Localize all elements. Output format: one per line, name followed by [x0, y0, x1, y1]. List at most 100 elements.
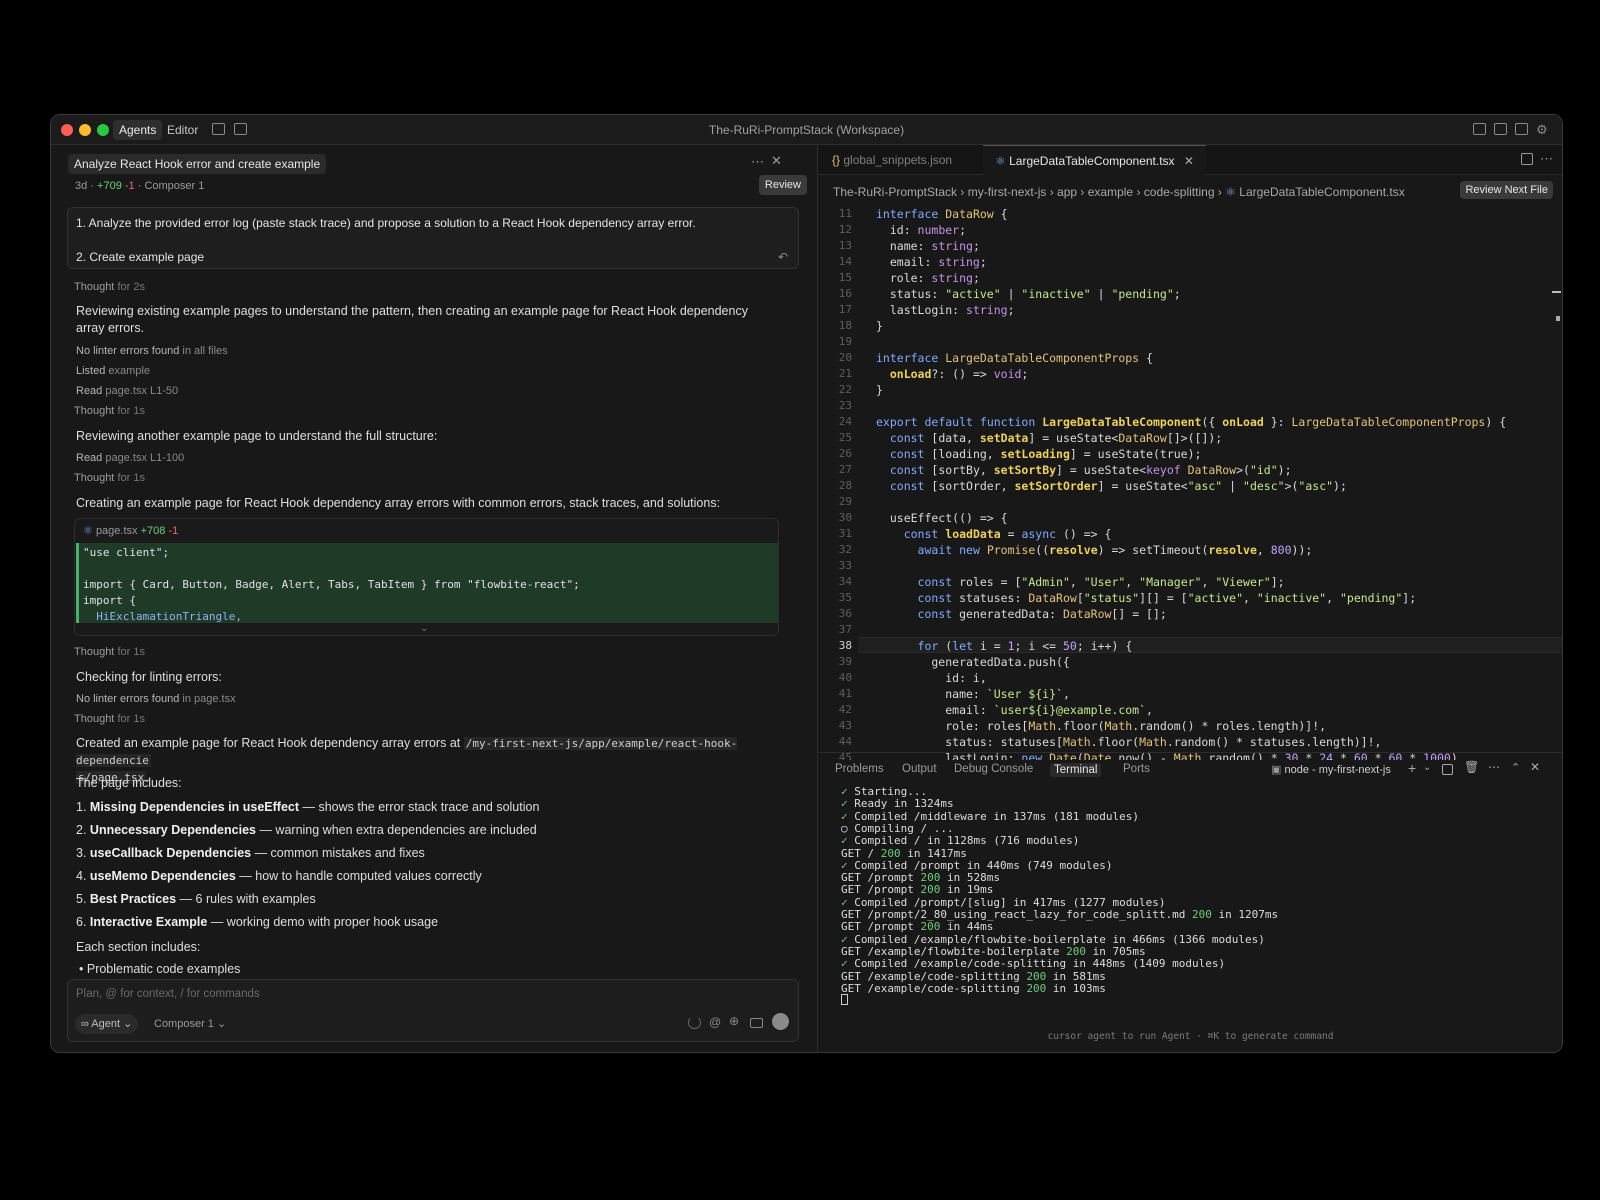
terminal-line: ✓ Compiled /middleware in 137ms (181 mod…: [841, 809, 1140, 823]
breadcrumb-item[interactable]: LargeDataTableComponent.tsx: [1239, 185, 1404, 199]
code-line: }: [876, 319, 883, 333]
code-line: export default function LargeDataTableCo…: [876, 415, 1507, 429]
thought-label[interactable]: Thought for 1s: [74, 472, 145, 484]
breadcrumb-item[interactable]: code-splitting: [1144, 185, 1215, 199]
split-terminal-icon[interactable]: [1442, 764, 1453, 775]
line-number: 38: [838, 639, 852, 652]
layout-right-icon[interactable]: [1515, 123, 1528, 135]
tab-ports[interactable]: Ports: [1123, 763, 1150, 775]
user-prompt[interactable]: 1. Analyze the provided error log (paste…: [67, 207, 799, 269]
more-options-icon[interactable]: ⋯: [751, 154, 764, 170]
tab-terminal[interactable]: Terminal: [1050, 763, 1102, 777]
expand-chevron-icon[interactable]: ⌄: [420, 623, 428, 634]
code-file-header: ⚛ page.tsx +708 -1: [83, 525, 179, 537]
breadcrumb-item[interactable]: my-first-next-js: [968, 185, 1047, 199]
microphone-icon[interactable]: [772, 1013, 789, 1030]
breadcrumb-item[interactable]: app: [1057, 185, 1077, 199]
agent-chat-panel: Analyze React Hook error and create exam…: [51, 145, 818, 1052]
close-chat-icon[interactable]: ✕: [771, 153, 782, 169]
code-diff-block[interactable]: ⚛ page.tsx +708 -1 "use client"; import …: [74, 518, 779, 636]
trash-icon[interactable]: 🗑: [1464, 760, 1479, 774]
editor-tab-bar: {} global_snippets.json ⚛ LargeDataTable…: [818, 145, 1562, 175]
line-number: 43: [838, 719, 852, 732]
breadcrumb-item[interactable]: example: [1088, 185, 1133, 199]
listed-step[interactable]: Listed example: [76, 365, 150, 377]
code-line: email: `user${i}@example.com`,: [876, 703, 1153, 717]
line-number: 19: [838, 335, 852, 348]
settings-gear-icon[interactable]: ⚙: [1536, 122, 1548, 138]
read-step[interactable]: Read page.tsx L1-50: [76, 385, 178, 397]
line-number: 36: [838, 607, 852, 620]
terminal-line: GET /example/code-splitting 200 in 581ms: [841, 969, 1106, 983]
review-next-file-button[interactable]: Review Next File: [1460, 181, 1553, 199]
tab-large-data-table[interactable]: ⚛ LargeDataTableComponent.tsx ✕: [983, 145, 1206, 175]
prompt-line-1: 1. Analyze the provided error log (paste…: [76, 216, 696, 230]
terminal-line: ✓ Compiled /example/flowbite-boilerplate…: [841, 932, 1265, 946]
image-icon[interactable]: [750, 1018, 763, 1028]
code-line: HiExclamationTriangle,: [83, 610, 242, 623]
web-globe-icon[interactable]: ⊕: [729, 1014, 739, 1028]
revert-icon[interactable]: ↶: [778, 250, 788, 264]
code-line: const statuses: DataRow["status"][] = ["…: [917, 591, 1417, 605]
chat-input[interactable]: Plan, @ for context, / for commands: [76, 988, 260, 1000]
mention-icon[interactable]: @: [709, 1015, 721, 1029]
layout-bottom-icon[interactable]: [1494, 123, 1507, 135]
code-line: useEffect(() => {: [876, 511, 1008, 525]
tab-output[interactable]: Output: [902, 763, 937, 775]
maximize-panel-icon[interactable]: ⌃: [1511, 761, 1520, 774]
line-number: 42: [838, 703, 852, 716]
terminal-line: ✓ Compiled / in 1128ms (716 modules): [841, 834, 1080, 848]
layout-left-icon[interactable]: [1473, 123, 1486, 135]
review-button[interactable]: Review: [758, 175, 807, 195]
terminal-line: ✓ Ready in 1324ms: [841, 797, 954, 811]
terminal-hint: cursor agent to run Agent · ⌘K to genera…: [1047, 1031, 1334, 1042]
chat-meta: 3d · +709 -1 · Composer 1: [75, 180, 205, 192]
agent-mode-dropdown[interactable]: ∞ Agent ⌄: [75, 1014, 139, 1034]
line-number: 35: [838, 591, 852, 604]
assistant-message: Checking for linting errors:: [76, 670, 222, 684]
read-step[interactable]: Read page.tsx L1-100: [76, 452, 184, 464]
line-number: 13: [838, 239, 852, 252]
assistant-message: Reviewing existing example pages to unde…: [76, 304, 748, 335]
scrollbar-thumb[interactable]: [1556, 316, 1560, 321]
terminal-selector[interactable]: ▣ node - my-first-next-js: [1271, 763, 1391, 776]
line-number: 23: [838, 399, 852, 412]
assistant-message: Each section includes:: [76, 940, 201, 954]
line-number: 17: [838, 303, 852, 316]
code-line: role: roles[Math.floor(Math.random() * r…: [876, 719, 1327, 733]
code-line: onLoad?: () => void;: [889, 367, 1029, 381]
split-editor-icon[interactable]: [1521, 153, 1533, 165]
thought-label[interactable]: Thought for 2s: [74, 281, 145, 293]
close-panel-icon[interactable]: ✕: [1530, 760, 1540, 774]
thought-label[interactable]: Thought for 1s: [74, 405, 145, 417]
line-number: 33: [838, 559, 852, 572]
line-number: 24: [838, 415, 852, 428]
editor-more-icon[interactable]: ⋯: [1540, 151, 1553, 167]
model-dropdown[interactable]: Composer 1 ⌄: [154, 1014, 226, 1034]
scroll-marker: [1552, 291, 1561, 293]
breadcrumb: The-RuRi-PromptStack › my-first-next-js …: [833, 185, 1405, 199]
line-number: 41: [838, 687, 852, 700]
breadcrumb-item[interactable]: The-RuRi-PromptStack: [833, 185, 957, 199]
terminal-output[interactable]: ✓ Starting... ✓ Ready in 1324ms ✓ Compiled…: [818, 785, 1562, 1020]
panel-more-icon[interactable]: ⋯: [1488, 760, 1500, 774]
tab-problems[interactable]: Problems: [835, 763, 884, 775]
chat-title[interactable]: Analyze React Hook error and create exam…: [68, 154, 327, 174]
terminal-line: GET /prompt 200 in 19ms: [841, 883, 994, 897]
code-line: import {: [83, 594, 136, 607]
code-line: interface DataRow {: [876, 207, 1008, 221]
thought-label[interactable]: Thought for 1s: [74, 646, 145, 658]
thought-label[interactable]: Thought for 1s: [74, 713, 145, 725]
new-terminal-icon[interactable]: +: [1408, 760, 1416, 776]
code-editor[interactable]: 11 interface DataRow {12 id: number; 13 na…: [818, 205, 1562, 760]
line-number: 15: [838, 271, 852, 284]
chat-composer[interactable]: Plan, @ for context, / for commands ∞ Ag…: [67, 979, 799, 1042]
line-number: 22: [838, 383, 852, 396]
terminal-cursor[interactable]: [841, 994, 848, 1008]
line-number: 29: [838, 495, 852, 508]
code-line: const loadData = async () => {: [903, 527, 1112, 541]
code-line: status: statuses[Math.floor(Math.random(…: [876, 735, 1382, 749]
terminal-dropdown-icon[interactable]: ⌄: [1423, 762, 1431, 773]
tab-global-snippets[interactable]: {} global_snippets.json: [832, 145, 952, 175]
tab-debug-console[interactable]: Debug Console: [954, 763, 1033, 775]
